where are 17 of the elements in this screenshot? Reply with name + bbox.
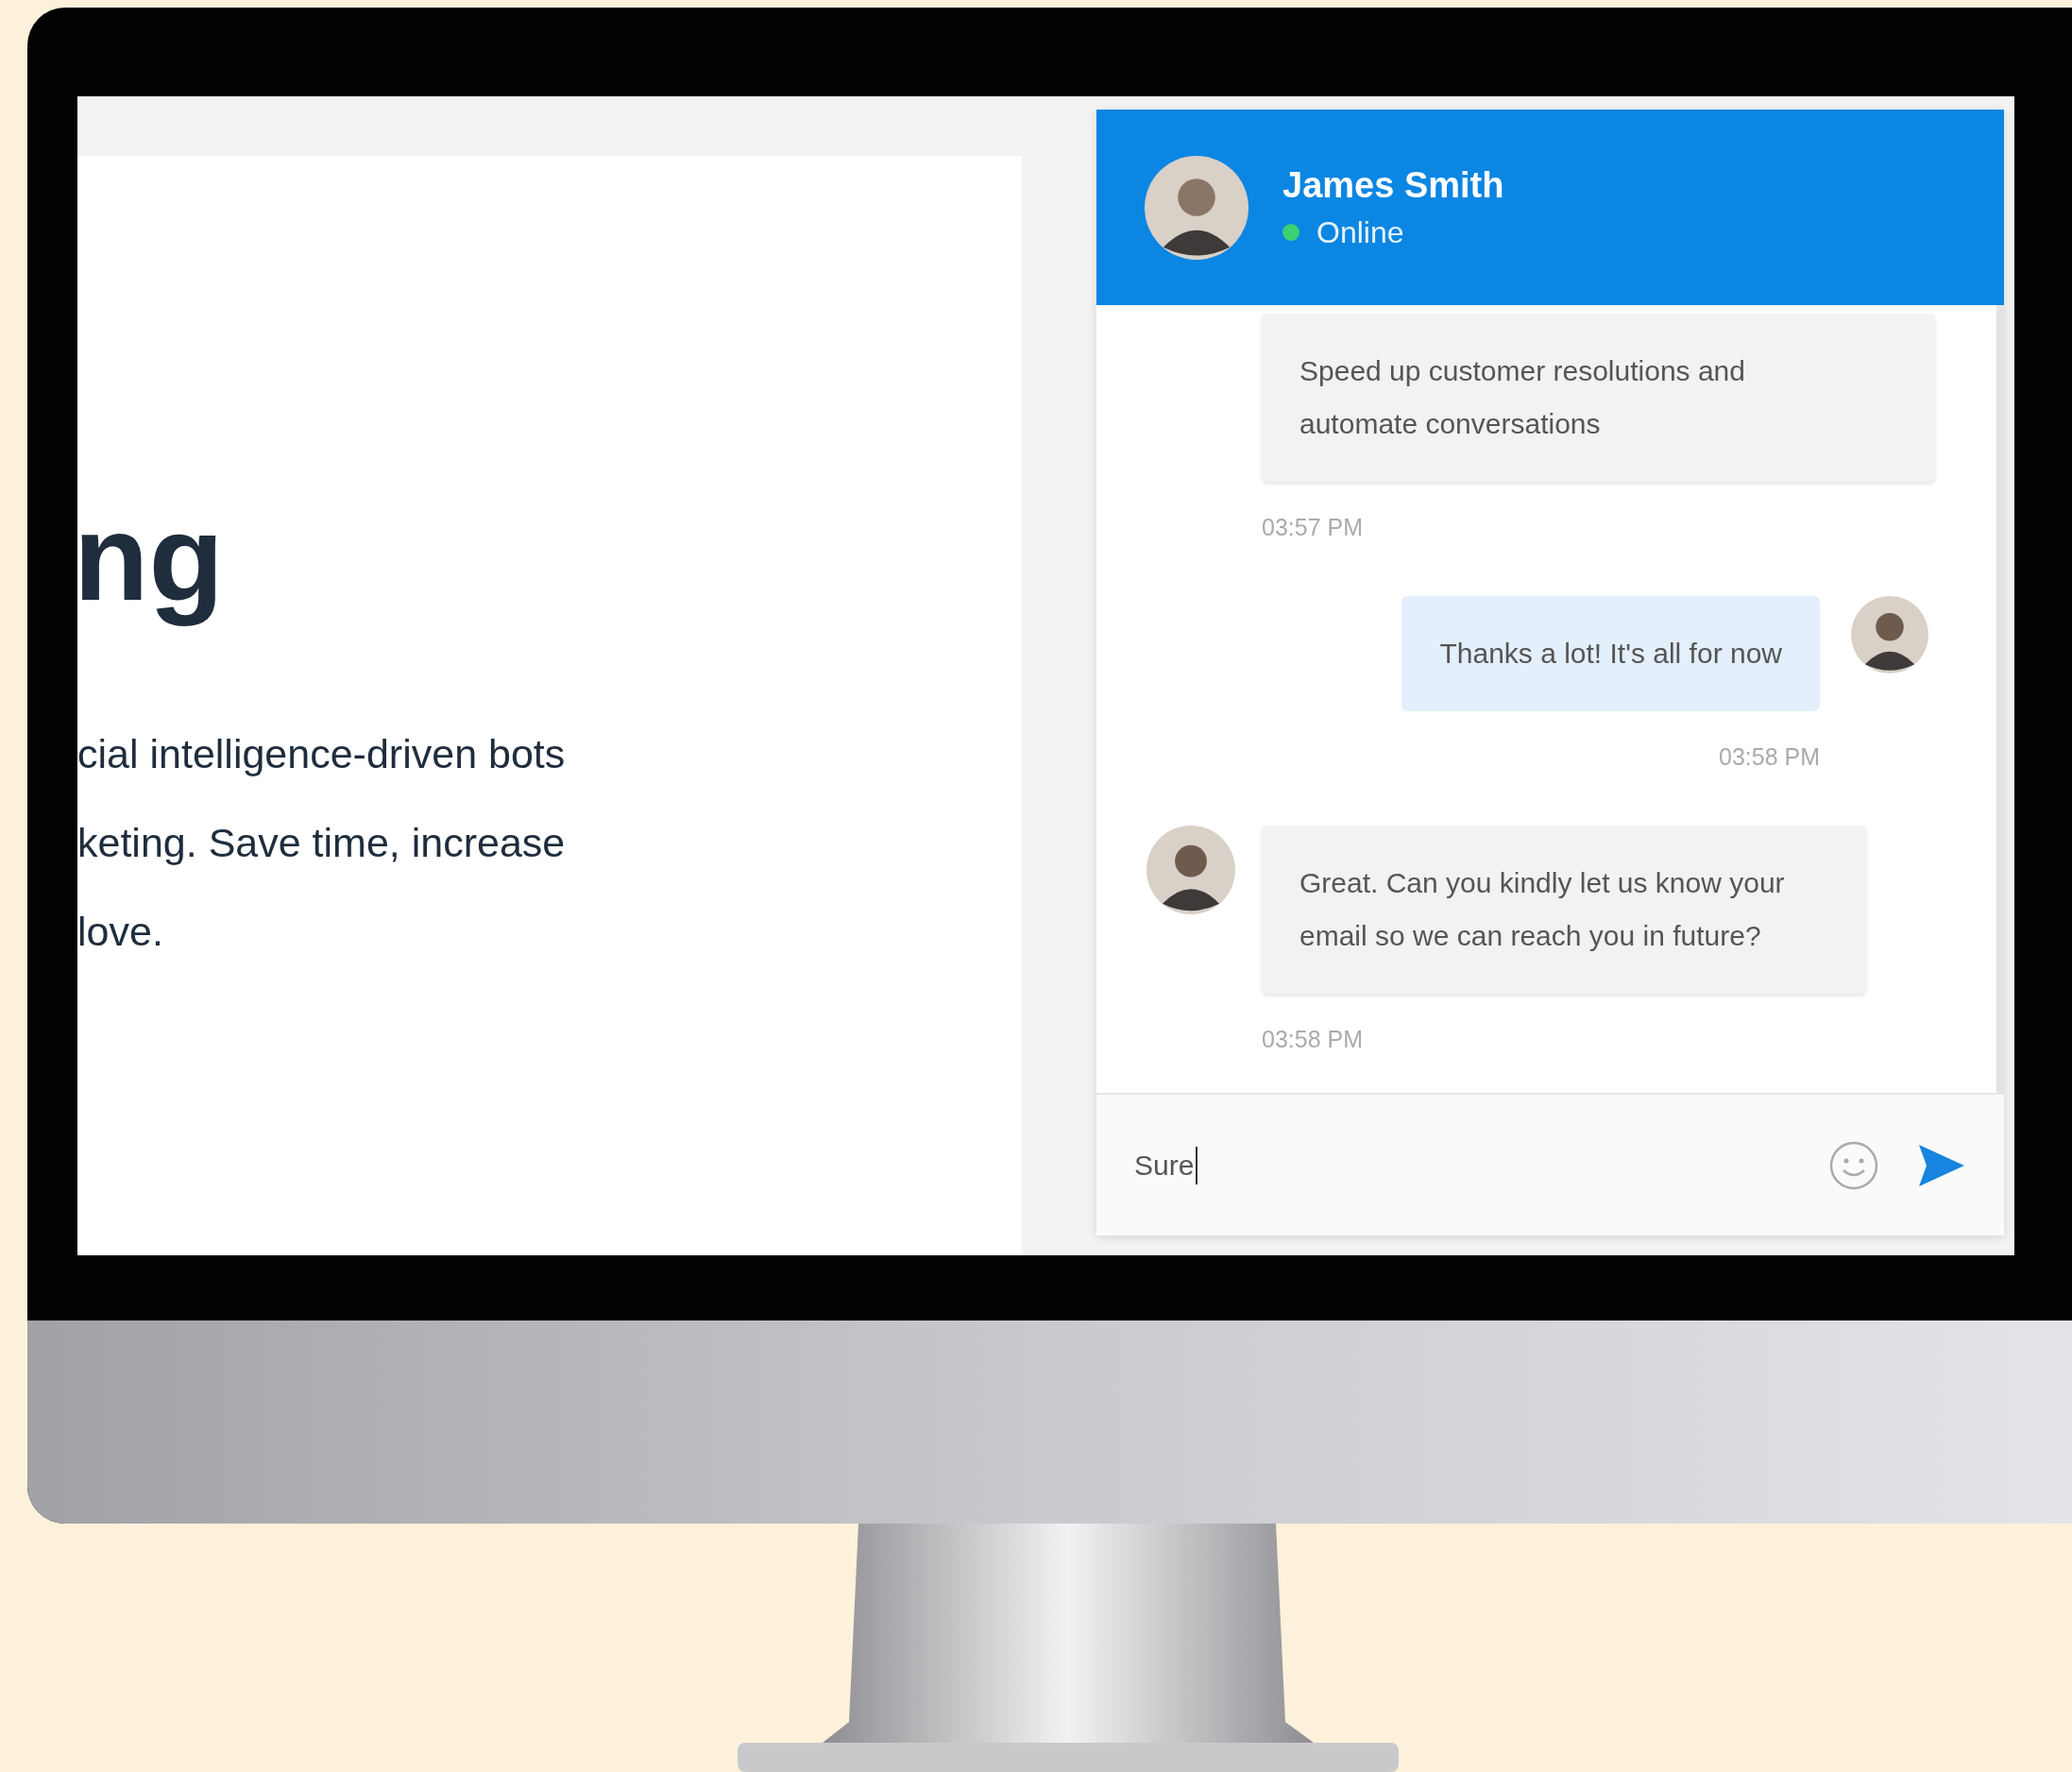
- page-heading: ng: [74, 487, 225, 628]
- message-input-field[interactable]: Sure: [1096, 1093, 2004, 1235]
- text-cursor: [1196, 1146, 1198, 1184]
- status-text: Online: [1316, 214, 1404, 250]
- message-time: 03:57 PM: [1262, 514, 1363, 541]
- message-bubble: Speed up customer resolutions and automate conversations: [1262, 314, 1935, 482]
- message-bubble: Great. Can you kindly let us know your email so we can reach you in future?: [1262, 826, 1866, 994]
- send-icon[interactable]: [1917, 1142, 1966, 1188]
- message-time: 03:58 PM: [1262, 1026, 1363, 1053]
- paragraph-line: love.: [77, 908, 164, 956]
- emoji-icon[interactable]: [1828, 1139, 1879, 1191]
- input-text: Sure: [1134, 1149, 1195, 1182]
- message-time: 03:58 PM: [1719, 743, 1820, 771]
- contact-name: James Smith: [1282, 164, 1504, 206]
- message-bubble: Thanks a lot! It's all for now: [1401, 596, 1820, 711]
- paragraph-line: keting. Save time, increase: [77, 819, 567, 867]
- paragraph-line: cial intelligence-driven bots: [77, 730, 567, 778]
